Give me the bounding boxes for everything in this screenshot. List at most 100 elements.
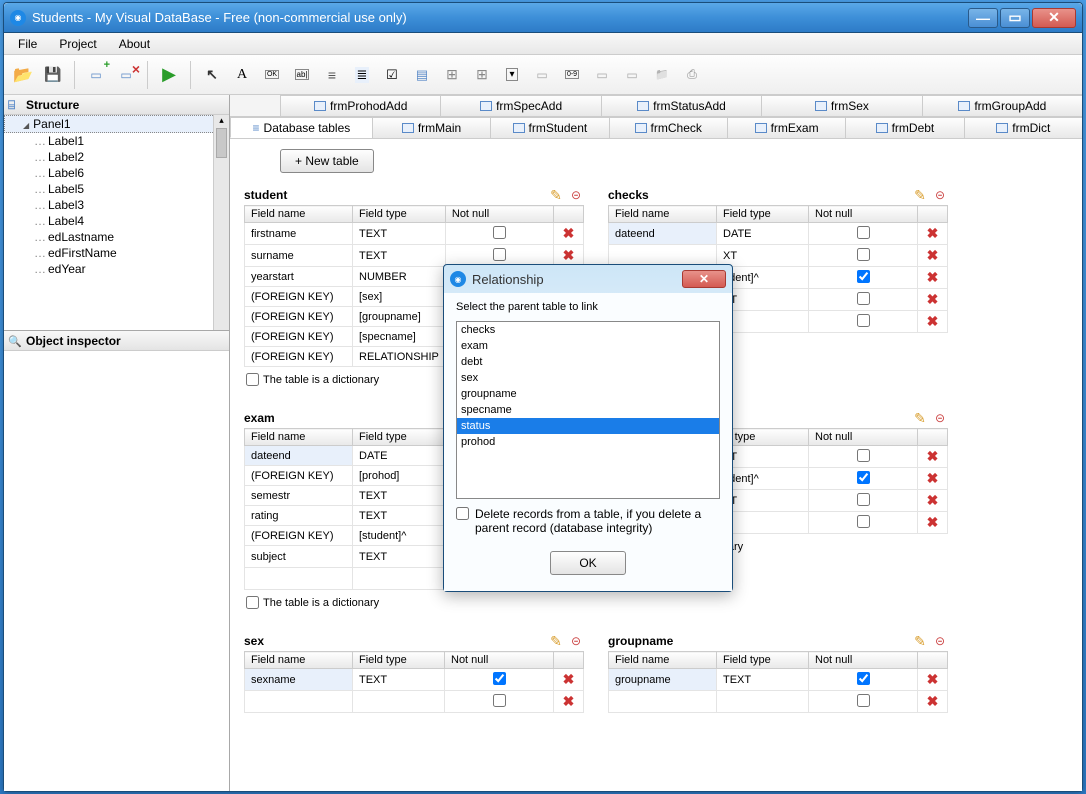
delete-row-icon[interactable]: ✖ — [563, 693, 575, 709]
table-row[interactable]: ✖ — [245, 691, 584, 713]
notnull-checkbox[interactable] — [493, 672, 506, 685]
edit-table-icon[interactable] — [548, 633, 564, 649]
delete-row-icon[interactable]: ✖ — [927, 470, 939, 486]
tree-item[interactable]: Label3 — [4, 197, 229, 213]
parent-table-listbox[interactable]: checks exam debt sex groupname specname … — [456, 321, 720, 499]
col-not-null[interactable]: Not null — [445, 206, 553, 223]
notnull-checkbox[interactable] — [857, 515, 870, 528]
new-form-button[interactable] — [83, 62, 109, 88]
delete-integrity-checkbox[interactable] — [456, 507, 469, 520]
dictionary-checkbox[interactable] — [246, 596, 259, 609]
col-not-null[interactable]: Not null — [809, 206, 918, 223]
dbfile-tool[interactable] — [679, 62, 705, 88]
delete-row-icon[interactable]: ✖ — [927, 313, 939, 329]
delete-row-icon[interactable]: ✖ — [927, 247, 939, 263]
checkbox-tool[interactable] — [379, 62, 405, 88]
col-field-name[interactable]: Field name — [609, 206, 717, 223]
memo-tool[interactable] — [319, 62, 345, 88]
notnull-checkbox[interactable] — [857, 672, 870, 685]
listbox-item[interactable]: specname — [457, 402, 719, 418]
listbox-item[interactable]: debt — [457, 354, 719, 370]
tab-frmprohodadd[interactable]: frmProhodAdd — [280, 95, 441, 116]
notnull-checkbox[interactable] — [857, 226, 870, 239]
table-row[interactable]: dateendDATE✖ — [609, 223, 948, 245]
counter-tool[interactable] — [559, 62, 585, 88]
notnull-checkbox[interactable] — [857, 493, 870, 506]
folder-tool[interactable] — [649, 62, 675, 88]
tab-frmstudent[interactable]: frmStudent — [490, 117, 609, 138]
save-button[interactable] — [40, 62, 66, 88]
delete-row-icon[interactable]: ✖ — [927, 269, 939, 285]
delete-row-icon[interactable]: ✖ — [927, 291, 939, 307]
notnull-checkbox[interactable] — [493, 248, 506, 261]
run-button[interactable]: ▶ — [156, 62, 182, 88]
delete-row-icon[interactable]: ✖ — [927, 492, 939, 508]
delete-table-icon[interactable] — [568, 633, 584, 649]
menu-file[interactable]: File — [8, 35, 47, 53]
col-field-name[interactable]: Field name — [245, 206, 353, 223]
tab-frmstatusadd[interactable]: frmStatusAdd — [601, 95, 762, 116]
delete-table-icon[interactable] — [568, 187, 584, 203]
tab-frmmain[interactable]: frmMain — [372, 117, 491, 138]
table-row[interactable]: groupnameTEXT✖ — [609, 669, 948, 691]
col-field-name[interactable]: Field name — [245, 652, 353, 669]
tree-item[interactable]: edLastname — [4, 229, 229, 245]
edit-table-icon[interactable] — [912, 187, 928, 203]
delete-row-icon[interactable]: ✖ — [927, 514, 939, 530]
grid-tool[interactable] — [439, 62, 465, 88]
edit-table-icon[interactable] — [548, 187, 564, 203]
notnull-checkbox[interactable] — [857, 314, 870, 327]
inspector-body[interactable] — [4, 351, 229, 791]
notnull-checkbox[interactable] — [857, 270, 870, 283]
table-row[interactable]: firstnameTEXT✖ — [245, 223, 584, 245]
tree-item[interactable]: Label6 — [4, 165, 229, 181]
listbox-item[interactable]: prohod — [457, 434, 719, 450]
delete-row-icon[interactable]: ✖ — [563, 247, 575, 263]
structure-tree[interactable]: Panel1 Label1 Label2 Label6 Label5 Label… — [4, 115, 229, 330]
listbox-item[interactable]: groupname — [457, 386, 719, 402]
titlebar[interactable]: ◉ Students - My Visual DataBase - Free (… — [4, 3, 1082, 33]
notnull-checkbox[interactable] — [857, 292, 870, 305]
table-row[interactable]: sexnameTEXT✖ — [245, 669, 584, 691]
table-row[interactable]: ✖ — [609, 691, 948, 713]
col-field-type[interactable]: Field type — [353, 429, 445, 446]
listbox-item-selected[interactable]: status — [457, 418, 719, 434]
col-not-null[interactable]: Not null — [809, 652, 918, 669]
tab-frmgroupadd[interactable]: frmGroupAdd — [922, 95, 1082, 116]
delete-row-icon[interactable]: ✖ — [563, 225, 575, 241]
delete-row-icon[interactable]: ✖ — [927, 225, 939, 241]
pagecontrol-tool[interactable] — [619, 62, 645, 88]
ok-button[interactable]: OK — [550, 551, 625, 575]
notnull-checkbox[interactable] — [857, 694, 870, 707]
rich-tool[interactable] — [349, 62, 375, 88]
col-field-type[interactable]: Field type — [353, 652, 445, 669]
listbox-item[interactable]: sex — [457, 370, 719, 386]
tree-scrollbar[interactable]: ▴ — [213, 115, 229, 330]
menu-project[interactable]: Project — [49, 35, 106, 53]
date-tool[interactable] — [409, 62, 435, 88]
tree-item[interactable]: Label4 — [4, 213, 229, 229]
col-field-name[interactable]: Field name — [609, 652, 717, 669]
tree-item[interactable]: Label2 — [4, 149, 229, 165]
new-table-button[interactable]: + New table — [280, 149, 374, 173]
dialog-close-button[interactable]: ✕ — [682, 270, 726, 288]
tab-frmdict[interactable]: frmDict — [964, 117, 1082, 138]
maximize-button[interactable]: ▭ — [1000, 8, 1030, 28]
tree-item[interactable]: Label1 — [4, 133, 229, 149]
delete-table-icon[interactable] — [932, 187, 948, 203]
minimize-button[interactable]: — — [968, 8, 998, 28]
tree-item[interactable]: edYear — [4, 261, 229, 277]
col-field-name[interactable]: Field name — [245, 429, 353, 446]
col-not-null[interactable]: Not null — [809, 429, 918, 446]
menu-about[interactable]: About — [109, 35, 160, 53]
notnull-checkbox[interactable] — [493, 226, 506, 239]
notnull-checkbox[interactable] — [857, 449, 870, 462]
tab-frmdebt[interactable]: frmDebt — [845, 117, 964, 138]
notnull-checkbox[interactable] — [493, 694, 506, 707]
open-button[interactable] — [10, 62, 36, 88]
button-tool[interactable] — [259, 62, 285, 88]
tree-root[interactable]: Panel1 — [4, 115, 229, 133]
delete-table-icon[interactable] — [932, 410, 948, 426]
tab-frmspecadd[interactable]: frmSpecAdd — [440, 95, 601, 116]
cursor-tool[interactable] — [199, 62, 225, 88]
